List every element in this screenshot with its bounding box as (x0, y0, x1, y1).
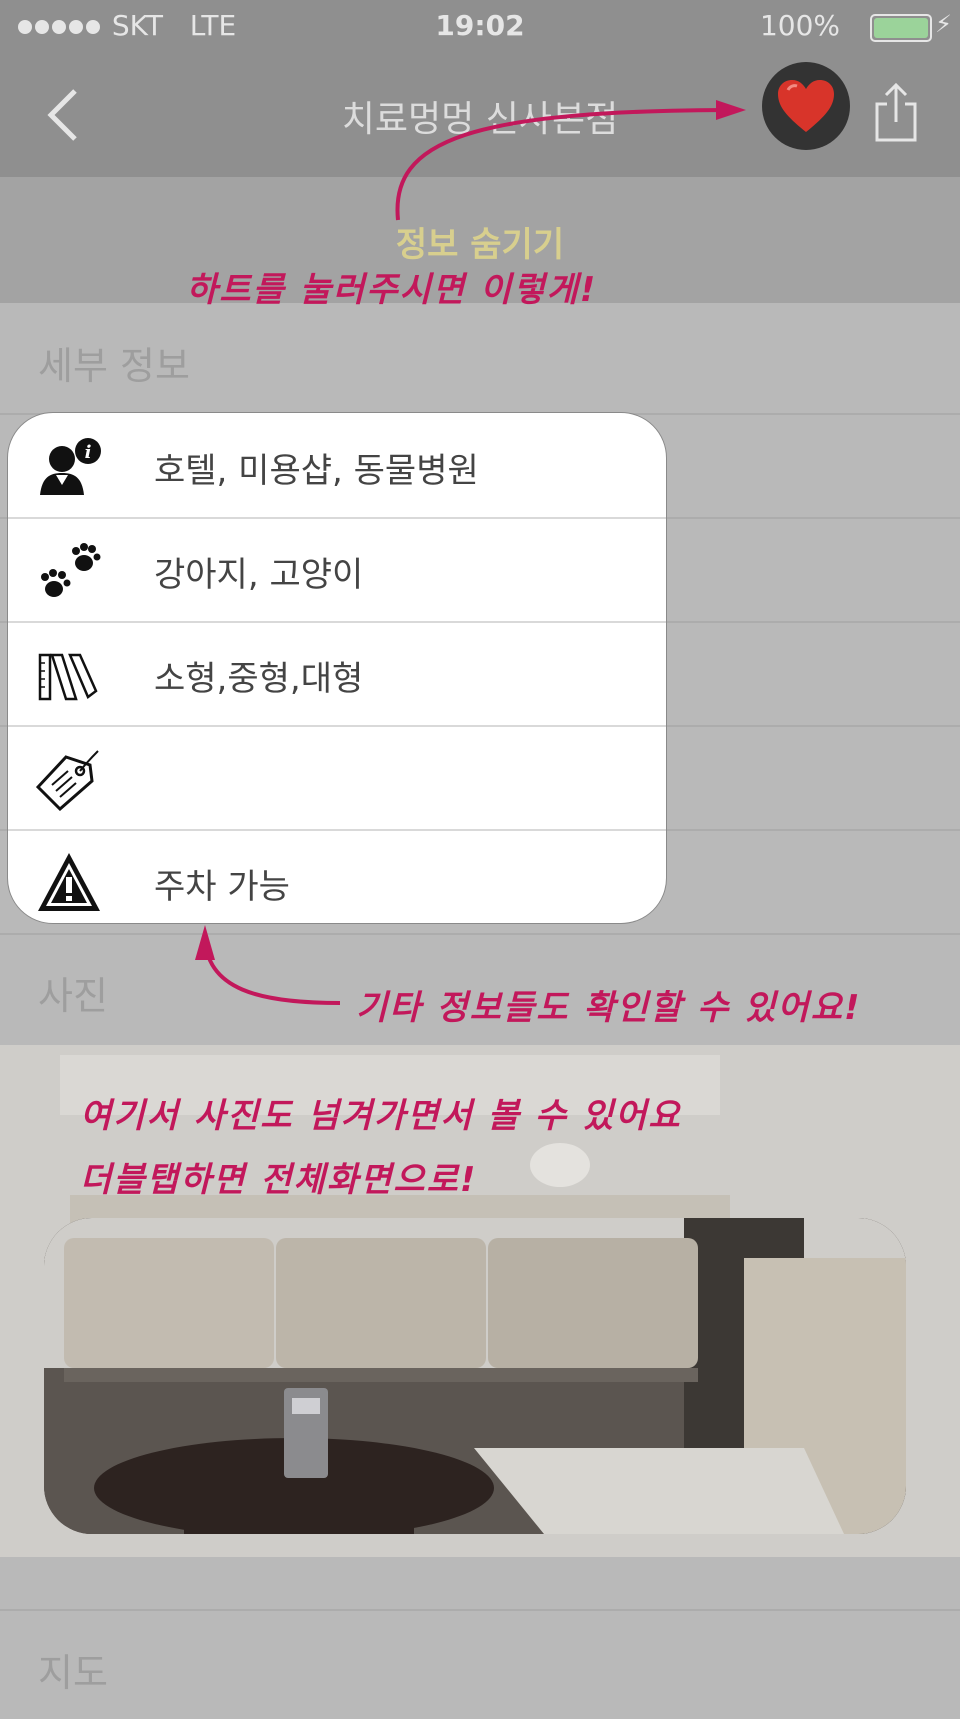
annotation-arrows (195, 100, 746, 1005)
annotation-photo-1: 여기서 사진도 넘겨가면서 볼 수 있어요 (80, 1096, 682, 1136)
annotation-info: 기타 정보들도 확인할 수 있어요! (356, 988, 862, 1028)
annotation-heart: 하트를 눌러주시면 이렇게! (186, 270, 598, 310)
annotation-photo-2: 더블탭하면 전체화면으로! (80, 1160, 478, 1200)
arrow-head (716, 100, 746, 120)
arrow-to-card (203, 934, 341, 1005)
arrow-to-heart (395, 108, 741, 221)
arrow-head (195, 925, 215, 960)
